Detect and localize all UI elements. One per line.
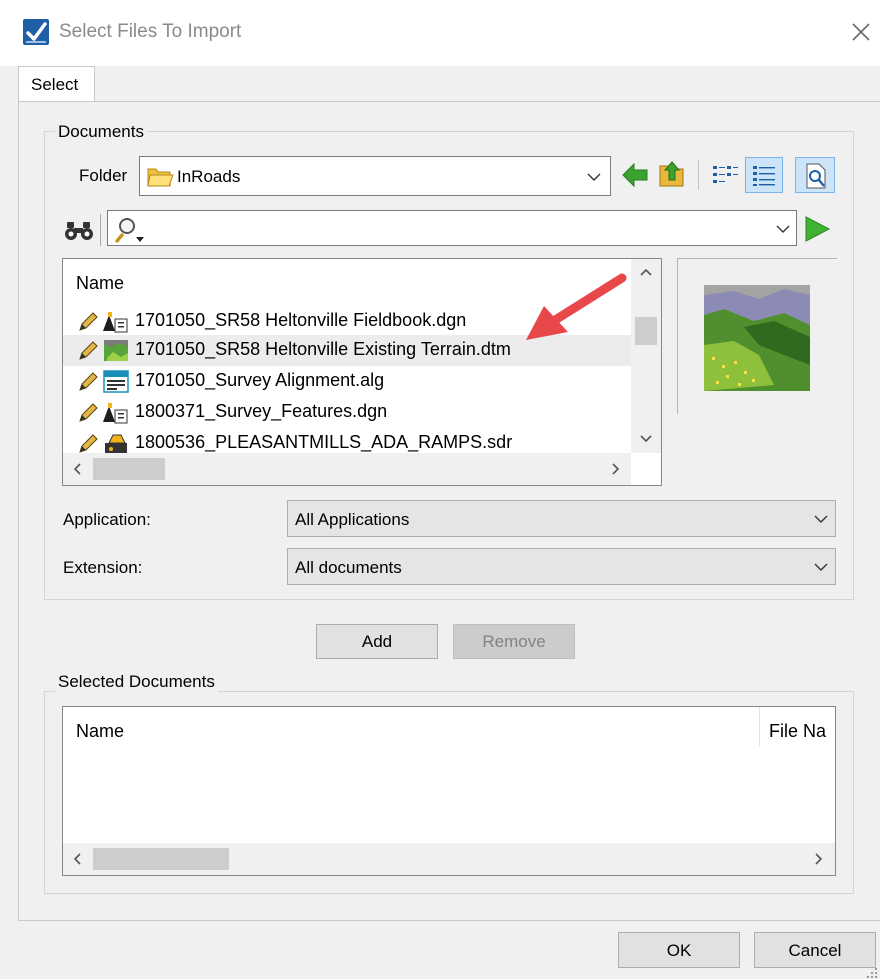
ok-button-label: OK <box>666 941 692 960</box>
add-button[interactable]: Add <box>316 624 438 659</box>
terrain-file-icon <box>104 340 128 361</box>
chevron-down-icon[interactable] <box>814 563 828 572</box>
chevron-down-icon[interactable] <box>776 225 790 234</box>
toolbar-separator <box>698 160 699 190</box>
file-list-vertical-scrollbar[interactable] <box>631 259 661 453</box>
remove-button[interactable]: Remove <box>453 624 575 659</box>
chevron-down-icon[interactable] <box>814 515 828 524</box>
preview-toggle-button[interactable] <box>795 157 835 193</box>
remove-button-label: Remove <box>482 632 546 651</box>
title-bar: Select Files To Import <box>0 0 880 66</box>
selected-documents-group-title: Selected Documents <box>55 672 218 692</box>
scroll-up-icon[interactable] <box>640 268 652 276</box>
window-title: Select Files To Import <box>59 21 242 42</box>
up-folder-icon[interactable] <box>657 158 687 190</box>
documents-group-title: Documents <box>55 122 147 142</box>
close-icon[interactable] <box>850 21 872 43</box>
horizontal-scroll-thumb[interactable] <box>93 458 165 480</box>
scroll-left-icon[interactable] <box>73 853 81 865</box>
file-name: 1701050_SR58 Heltonville Existing Terrai… <box>135 339 511 359</box>
name-column-header[interactable]: Name <box>76 721 124 742</box>
list-view-icon[interactable] <box>710 162 740 188</box>
name-column-header[interactable]: Name <box>76 273 124 294</box>
pencil-icon <box>79 341 98 360</box>
details-view-button[interactable] <box>745 157 783 193</box>
red-pointer-arrow <box>526 273 627 340</box>
add-button-label: Add <box>361 632 393 651</box>
search-dropdown[interactable] <box>107 210 797 246</box>
selected-documents-list[interactable]: Name File Na <box>62 706 836 876</box>
file-name: 1701050_SR58 Heltonville Fieldbook.dgn <box>135 310 467 330</box>
dgn-file-icon <box>103 312 128 333</box>
pencil-icon <box>79 372 98 391</box>
dgn-file-icon <box>103 403 128 424</box>
cancel-button[interactable]: Cancel <box>754 932 876 968</box>
cogo-file-icon <box>103 370 129 393</box>
preview-pane <box>677 258 837 414</box>
chevron-down-icon[interactable] <box>587 173 601 182</box>
binoculars-icon[interactable] <box>64 220 94 242</box>
application-dropdown[interactable]: All Applications <box>287 500 836 537</box>
details-view-icon <box>753 166 775 186</box>
cancel-button-label: Cancel <box>788 941 842 960</box>
search-filter-icon[interactable] <box>114 215 146 243</box>
preview-icon <box>806 163 826 189</box>
tab-select[interactable]: Select <box>18 66 95 102</box>
back-arrow-icon[interactable] <box>621 162 649 188</box>
scroll-right-icon[interactable] <box>612 463 620 475</box>
column-divider[interactable] <box>759 707 760 747</box>
file-name: 1800536_PLEASANTMILLS_ADA_RAMPS.sdr <box>135 432 513 452</box>
folder-icon <box>147 168 174 187</box>
scroll-down-icon[interactable] <box>640 435 652 443</box>
file-list-item[interactable]: 1800371_Survey_Features.dgn <box>63 397 631 428</box>
tab-select-label: Select <box>31 75 79 94</box>
vertical-scroll-thumb[interactable] <box>635 317 657 345</box>
survey-file-icon <box>105 434 127 454</box>
file-name: 1800371_Survey_Features.dgn <box>135 401 388 421</box>
folder-label: Folder <box>79 166 128 185</box>
file-name-column-header[interactable]: File Na <box>769 721 835 742</box>
application-label: Application: <box>63 510 151 529</box>
terrain-preview-image <box>704 285 810 391</box>
pencil-icon <box>79 434 98 453</box>
folder-dropdown[interactable]: InRoads <box>139 156 611 196</box>
folder-value: InRoads <box>177 167 241 186</box>
resize-grip-icon[interactable] <box>866 966 878 978</box>
selected-list-horizontal-scrollbar[interactable] <box>63 843 835 875</box>
extension-label: Extension: <box>63 558 143 577</box>
horizontal-scroll-thumb[interactable] <box>93 848 229 870</box>
file-name: 1701050_Survey Alignment.alg <box>135 370 385 390</box>
file-list-horizontal-scrollbar[interactable] <box>63 453 631 485</box>
extension-dropdown[interactable]: All documents <box>287 548 836 585</box>
scroll-right-icon[interactable] <box>815 853 823 865</box>
app-logo-icon <box>23 19 49 45</box>
scroll-left-icon[interactable] <box>73 463 81 475</box>
play-search-icon[interactable] <box>802 215 832 243</box>
file-list-item[interactable]: 1800536_PLEASANTMILLS_ADA_RAMPS.sdr <box>63 428 631 454</box>
pencil-icon <box>79 312 98 331</box>
file-list-item[interactable]: 1701050_Survey Alignment.alg <box>63 366 631 397</box>
search-separator <box>100 214 101 246</box>
ok-button[interactable]: OK <box>618 932 740 968</box>
extension-value: All documents <box>295 558 402 577</box>
application-value: All Applications <box>295 510 410 529</box>
pencil-icon <box>79 403 98 422</box>
